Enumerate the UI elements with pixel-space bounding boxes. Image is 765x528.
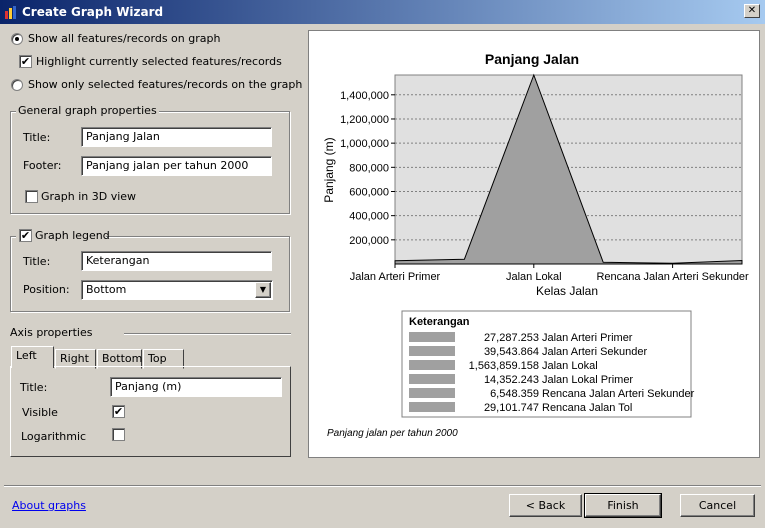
legend-value: 39,543.864 <box>484 346 539 358</box>
legend-category: Rencana Jalan Tol <box>542 402 632 414</box>
chevron-down-icon[interactable]: ▼ <box>255 282 271 298</box>
graph-legend-group <box>10 236 290 312</box>
highlight-checkbox[interactable]: ✔ <box>19 55 32 68</box>
tab-left[interactable]: Left <box>11 346 54 368</box>
graph-app-icon <box>5 6 16 19</box>
title-bar: Create Graph Wizard ✕ <box>0 0 765 24</box>
legend-title-label: Title: <box>23 255 51 268</box>
legend-position-label: Position: <box>23 283 70 296</box>
legend-swatch <box>409 388 455 398</box>
highlight-label[interactable]: Highlight currently selected features/re… <box>36 55 282 68</box>
divider <box>124 333 291 335</box>
chart-svg: Panjang Jalan 200,000 400,000 600,000 800,0… <box>322 51 749 439</box>
legend-category: Rencana Jalan Arteri Sekunder <box>542 388 695 400</box>
legend-swatch <box>409 332 455 342</box>
close-button[interactable]: ✕ <box>744 4 760 18</box>
chart-title: Panjang Jalan <box>485 51 579 67</box>
legend-category: Jalan Lokal Primer <box>542 374 633 386</box>
legend-category: Jalan Lokal <box>542 360 598 372</box>
show-selected-label[interactable]: Show only selected features/records on t… <box>28 78 302 91</box>
graph-legend-label[interactable]: Graph legend <box>35 229 110 242</box>
x-tick-label: Jalan Arteri Primer <box>350 271 441 283</box>
legend-position-value: Bottom <box>86 283 127 296</box>
y-tick-label: 1,200,000 <box>340 114 389 126</box>
chart-footer: Panjang jalan per tahun 2000 <box>327 428 458 439</box>
legend-swatch <box>409 360 455 370</box>
legend-category: Jalan Arteri Sekunder <box>542 346 648 358</box>
legend-value: 1,563,859.158 <box>469 360 539 372</box>
logarithmic-label: Logarithmic <box>21 430 87 443</box>
x-tick-label: Jalan Lokal <box>506 271 562 283</box>
cancel-button[interactable]: Cancel <box>680 494 755 517</box>
legend-title-input[interactable]: Keterangan <box>81 251 272 271</box>
legend-value: 14,352.243 <box>484 374 539 386</box>
footer-divider <box>4 485 761 487</box>
axis-properties-heading: Axis properties <box>10 326 93 339</box>
finish-button[interactable]: Finish <box>584 493 662 518</box>
visible-checkbox[interactable]: ✔ <box>112 405 125 418</box>
about-graphs-link[interactable]: About graphs <box>12 499 86 512</box>
y-tick-label: 600,000 <box>349 186 389 198</box>
y-tick-label: 800,000 <box>349 162 389 174</box>
axis-title-input[interactable]: Panjang (m) <box>110 377 282 397</box>
graph-title-input[interactable]: Panjang Jalan <box>81 127 272 147</box>
graph-3d-label[interactable]: Graph in 3D view <box>41 190 136 203</box>
x-axis-title: Kelas Jalan <box>536 284 598 298</box>
y-tick-label: 200,000 <box>349 235 389 247</box>
legend-value: 27,287.253 <box>484 332 539 344</box>
axis-title-label: Title: <box>20 381 48 394</box>
graph-legend-checkbox[interactable]: ✔ <box>19 229 32 242</box>
y-axis-title: Panjang (m) <box>322 137 336 202</box>
legend-swatch <box>409 374 455 384</box>
show-all-radio[interactable] <box>11 33 23 45</box>
y-tick-label: 1,000,000 <box>340 138 389 150</box>
x-tick-label: Rencana Jalan Arteri Sekunder <box>596 271 749 283</box>
window-title: Create Graph Wizard <box>22 5 164 19</box>
graph-title-label: Title: <box>23 131 51 144</box>
chart-preview: Panjang Jalan 200,000 400,000 600,000 800,0… <box>308 30 760 458</box>
graph-3d-checkbox[interactable] <box>25 190 38 203</box>
y-tick-label: 1,400,000 <box>340 90 389 102</box>
legend-swatch <box>409 346 455 356</box>
y-tick-label: 400,000 <box>349 211 389 223</box>
back-button[interactable]: < Back <box>509 494 582 517</box>
footer-label: Footer: <box>23 159 62 172</box>
chart-legend-title: Keterangan <box>409 316 470 328</box>
legend-position-select[interactable]: Bottom ▼ <box>81 280 273 300</box>
legend-category: Jalan Arteri Primer <box>542 332 633 344</box>
legend-value: 29,101.747 <box>484 402 539 414</box>
show-all-label[interactable]: Show all features/records on graph <box>28 32 220 45</box>
legend-value: 6,548.359 <box>490 388 539 400</box>
logarithmic-checkbox[interactable] <box>112 428 125 441</box>
visible-label: Visible <box>22 406 58 419</box>
show-selected-radio[interactable] <box>11 79 23 91</box>
general-properties-heading: General graph properties <box>16 104 159 117</box>
legend-swatch <box>409 402 455 412</box>
footer-input[interactable]: Panjang jalan per tahun 2000 <box>81 156 272 176</box>
